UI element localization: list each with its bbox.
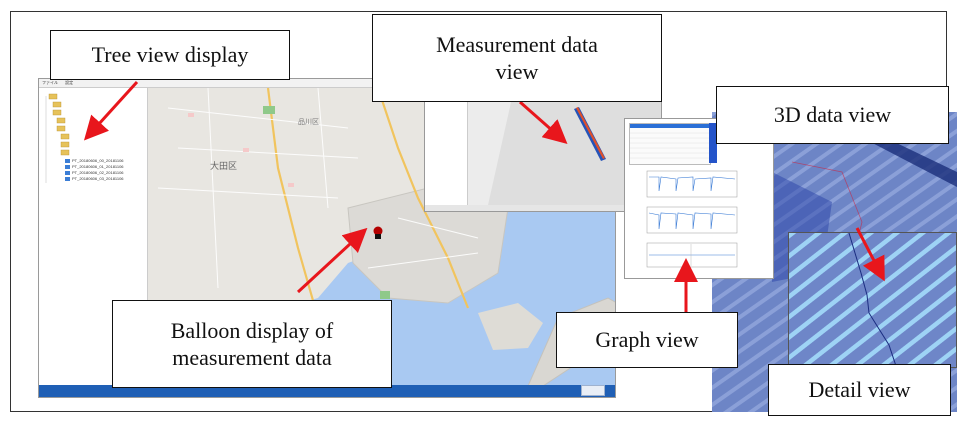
- callout-measurement-view: Measurement data view: [372, 14, 662, 102]
- menu-file[interactable]: ファイル: [42, 80, 58, 85]
- callout-measurement-text-2: view: [495, 59, 539, 84]
- callout-detail-text: Detail view: [808, 377, 911, 403]
- tree-item[interactable]: PT_20180606_03_20181106: [72, 176, 124, 182]
- callout-graph-text: Graph view: [595, 327, 699, 353]
- callout-balloon-text-2: measurement data: [172, 345, 332, 370]
- map-label-ota: 大田区: [210, 160, 237, 171]
- callout-measurement-text-1: Measurement data: [436, 31, 598, 57]
- callout-tree-view-text: Tree view display: [91, 42, 249, 68]
- main-menu: ファイル 設定: [42, 80, 73, 86]
- callout-3d-text: 3D data view: [773, 102, 892, 128]
- detail-window: [788, 232, 957, 368]
- graph-plot-3: [646, 242, 738, 268]
- taskbar-button[interactable]: [581, 385, 605, 396]
- map-label-shinagawa: 品川区: [298, 118, 319, 126]
- graph-plot-1: [646, 170, 738, 198]
- graph-plots: [646, 170, 738, 268]
- tree-item-list: PT_20180606_00_20181106 PT_20180606_01_2…: [72, 158, 124, 182]
- callout-balloon: Balloon display of measurement data: [112, 300, 392, 388]
- callout-graph-view: Graph view: [556, 312, 738, 368]
- menu-settings[interactable]: 設定: [65, 80, 73, 85]
- callout-detail-view: Detail view: [768, 364, 951, 416]
- callout-balloon-text-1: Balloon display of: [170, 317, 334, 343]
- callout-tree-view: Tree view display: [50, 30, 290, 80]
- graph-plot-2: [646, 206, 738, 234]
- graph-table: [629, 123, 711, 165]
- tree-folders: [45, 93, 70, 183]
- callout-3d-view: 3D data view: [716, 86, 949, 144]
- detail-surface[interactable]: [789, 233, 957, 368]
